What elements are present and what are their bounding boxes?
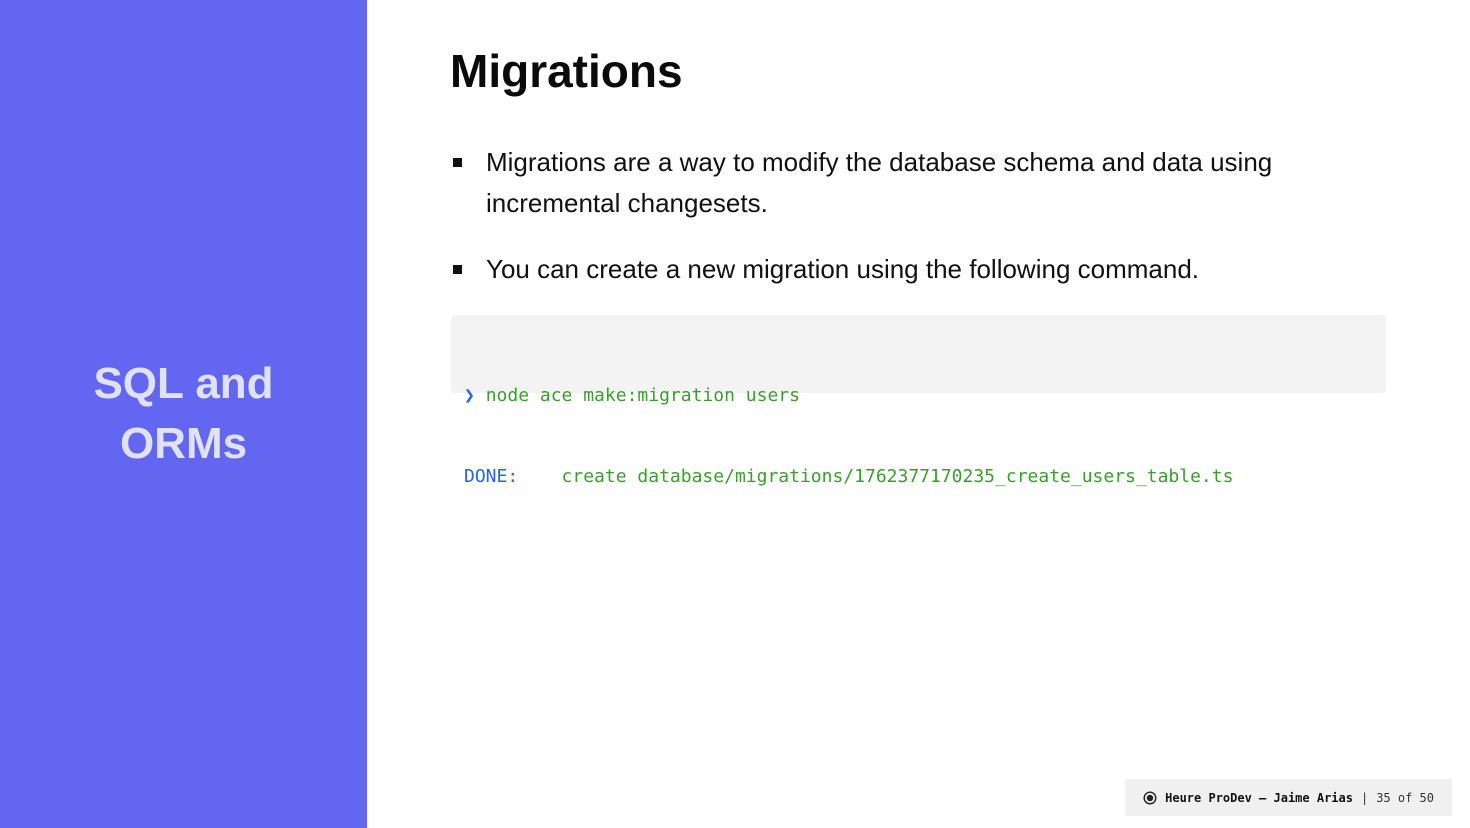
- prompt-chevron-icon: ❯: [464, 385, 475, 406]
- footer-brand: Heure ProDev — Jaime Arias: [1165, 790, 1353, 805]
- record-icon: [1143, 790, 1157, 805]
- status-label: DONE:: [464, 466, 519, 487]
- page-title: Migrations: [450, 45, 683, 97]
- slide: SQL and ORMs Migrations Migrations are a…: [0, 0, 1470, 828]
- bullet-list: Migrations are a way to modify the datab…: [450, 142, 1386, 315]
- output-text: create database/migrations/1762377170235…: [561, 466, 1234, 487]
- section-title: SQL and ORMs: [54, 354, 314, 474]
- code-line-output: DONE: create database/migrations/1762377…: [464, 463, 1373, 490]
- code-line-command: ❯ node ace make:migration users: [464, 382, 1373, 409]
- footer-separator: |: [1360, 790, 1369, 805]
- command-text: node ace make:migration users: [485, 385, 800, 406]
- bullet-text: Migrations are a way to modify the datab…: [486, 147, 1273, 218]
- section-title-line-1: SQL and: [93, 359, 274, 408]
- bullet-text: You can create a new migration using the…: [486, 254, 1200, 284]
- slide-footer: Heure ProDev — Jaime Arias | 35 of 50: [1125, 779, 1452, 816]
- page-counter[interactable]: 35 of 50: [1376, 791, 1434, 805]
- bullet-marker-icon: [453, 158, 462, 167]
- bullet-item: Migrations are a way to modify the datab…: [450, 142, 1386, 224]
- bullet-item: You can create a new migration using the…: [450, 249, 1386, 290]
- code-block[interactable]: ❯ node ace make:migration users DONE: cr…: [451, 315, 1386, 487]
- bullet-marker-icon: [453, 265, 462, 274]
- sidebar: SQL and ORMs: [0, 0, 367, 828]
- section-title-line-2: ORMs: [119, 419, 248, 468]
